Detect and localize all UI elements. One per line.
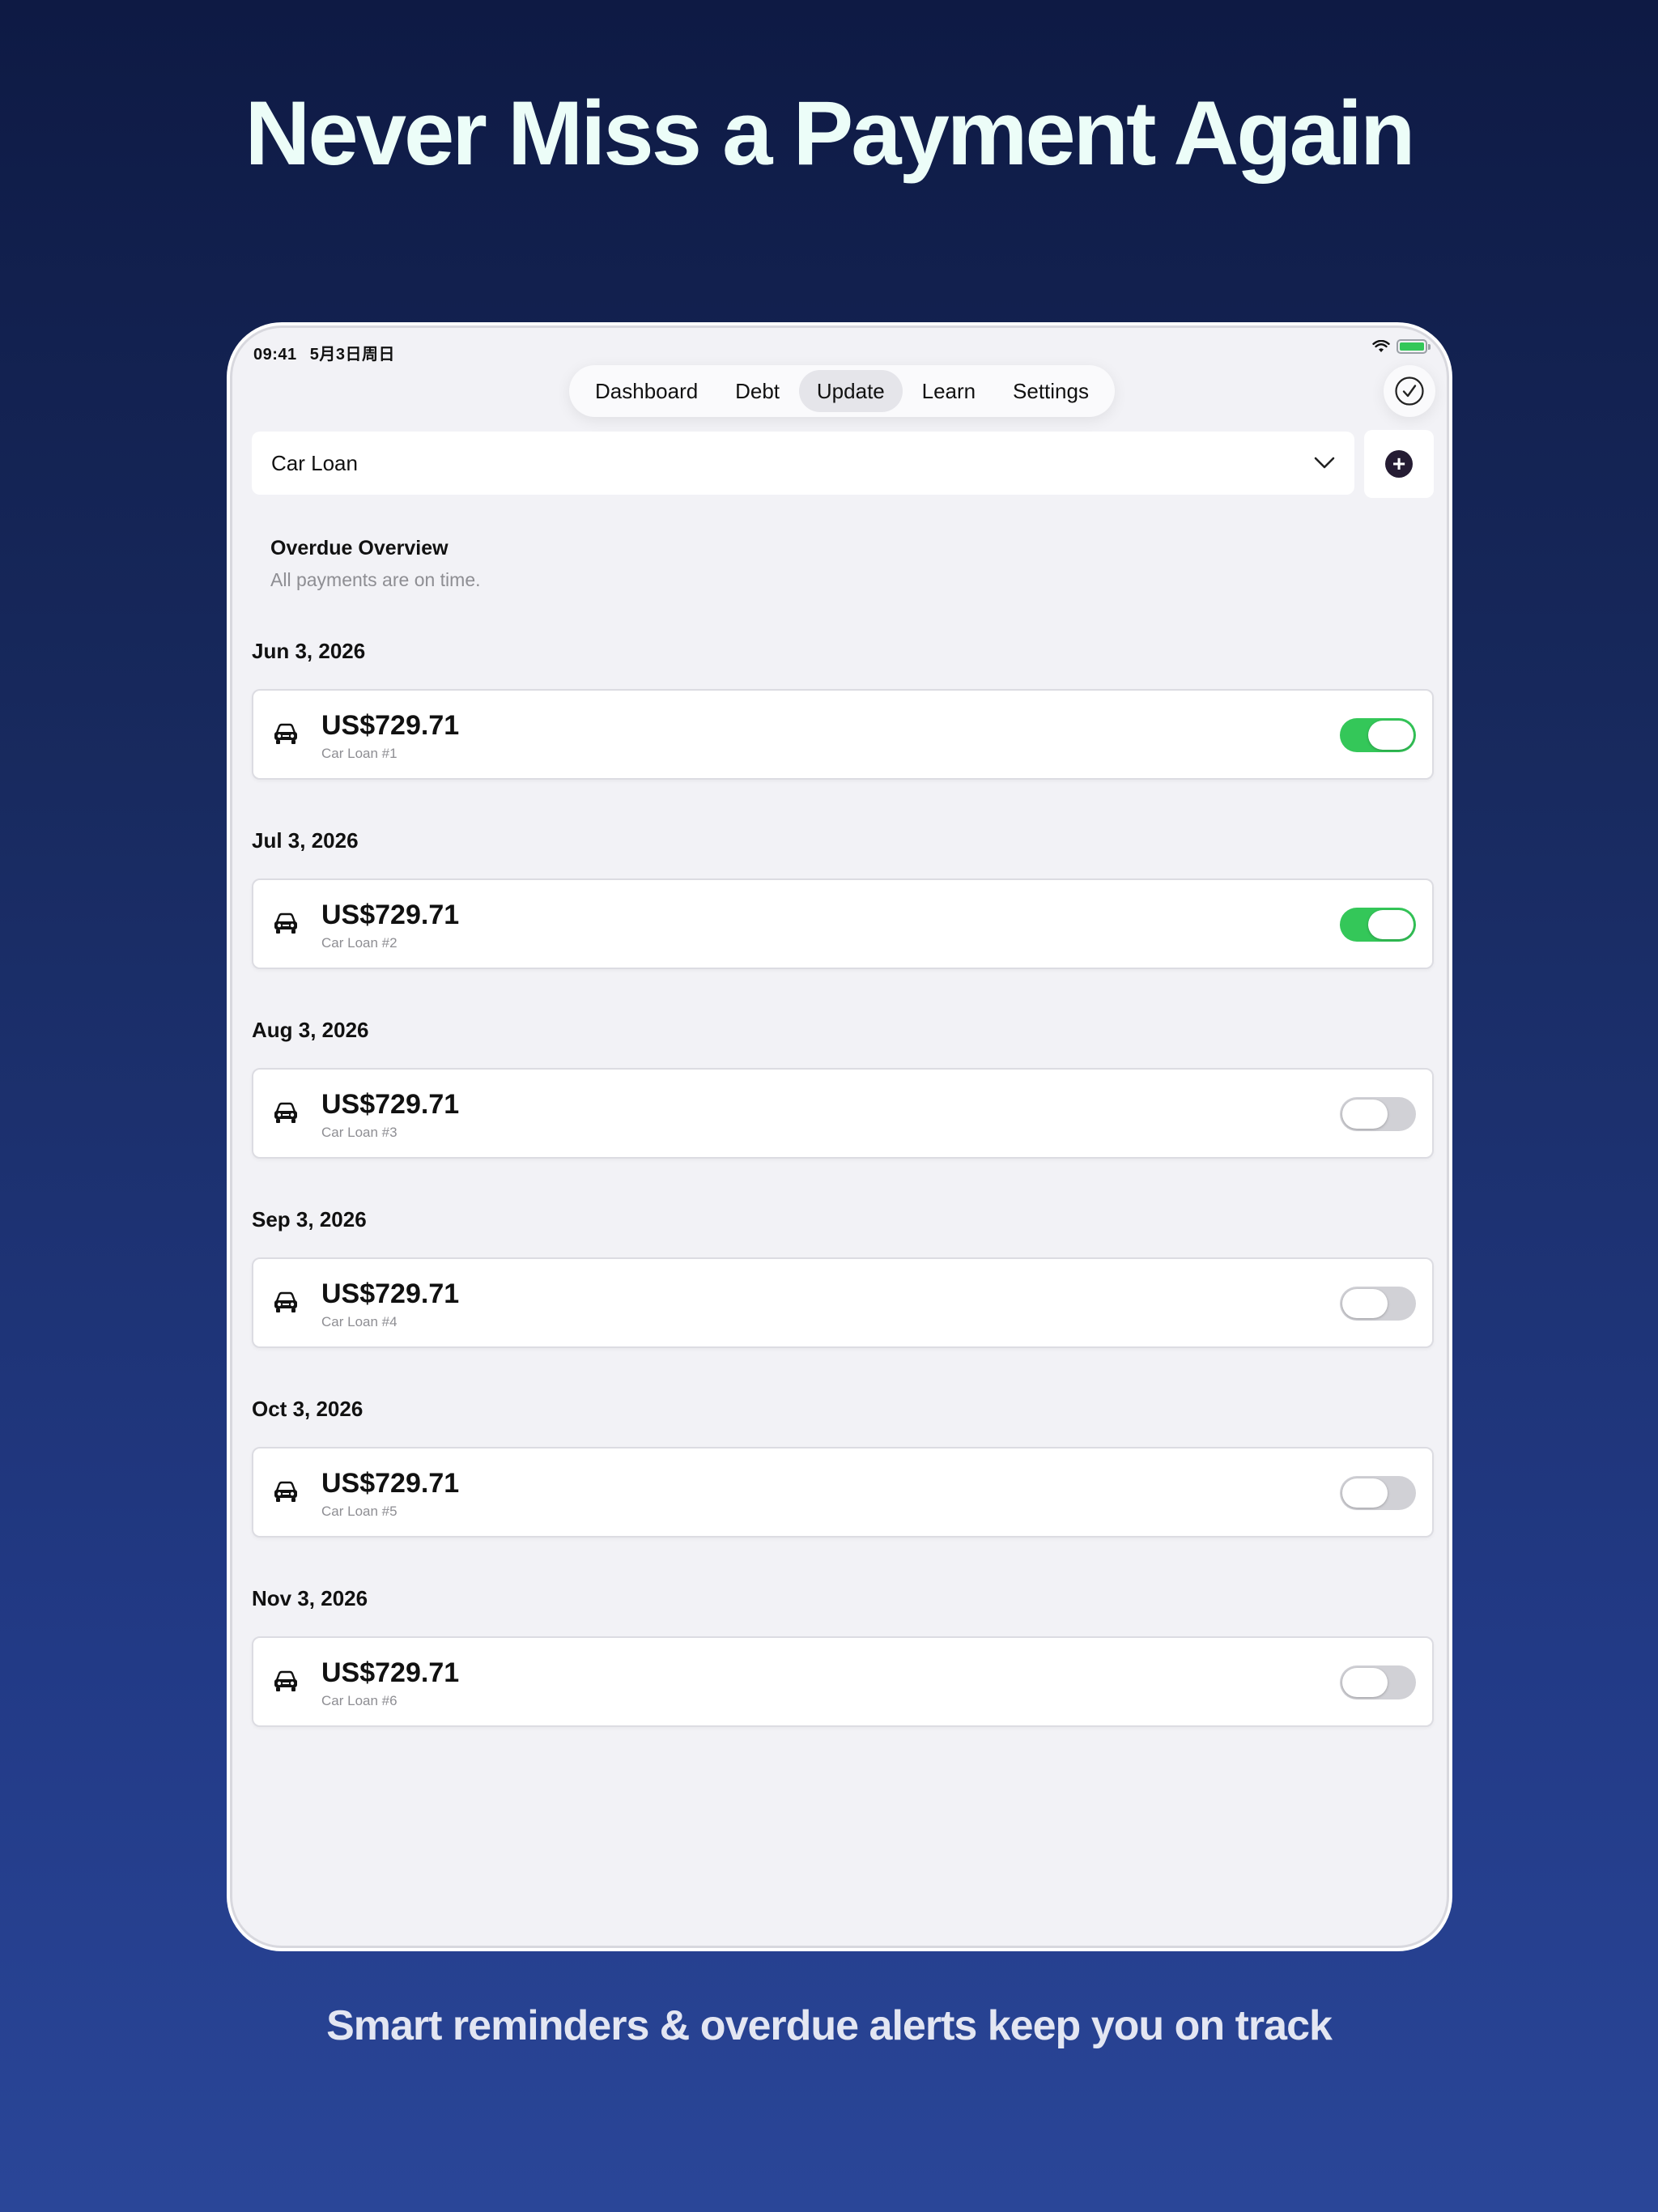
app-screen: 09:41 5月3日周日 Dashboard Debt Update Learn… bbox=[230, 325, 1449, 1948]
overdue-overview-title: Overdue Overview bbox=[270, 537, 449, 559]
payment-card: US$729.71 Car Loan #5 bbox=[252, 1447, 1434, 1538]
subheadline: Smart reminders & overdue alerts keep yo… bbox=[326, 2002, 1333, 2049]
payment-loan-name: Car Loan #3 bbox=[321, 1125, 397, 1140]
payment-loan-name: Car Loan #2 bbox=[321, 935, 397, 951]
tab-bar: Dashboard Debt Update Learn Settings bbox=[569, 365, 1115, 417]
car-icon bbox=[274, 1102, 297, 1123]
paid-toggle-2[interactable] bbox=[1340, 908, 1416, 942]
tab-dashboard[interactable]: Dashboard bbox=[577, 370, 716, 412]
loan-selector[interactable]: Car Loan bbox=[252, 432, 1354, 495]
tablet-frame: 09:41 5月3日周日 Dashboard Debt Update Learn… bbox=[227, 322, 1452, 1951]
payment-card: US$729.71 Car Loan #1 bbox=[252, 689, 1434, 780]
paid-toggle-3[interactable] bbox=[1340, 1097, 1416, 1131]
payment-card: US$729.71 Car Loan #3 bbox=[252, 1068, 1434, 1159]
tab-debt[interactable]: Debt bbox=[717, 370, 797, 412]
payment-amount: US$729.71 bbox=[321, 710, 460, 741]
tab-learn[interactable]: Learn bbox=[904, 370, 994, 412]
paid-toggle-5[interactable] bbox=[1340, 1476, 1416, 1510]
checkmark-circle-icon bbox=[1395, 376, 1424, 406]
payment-card: US$729.71 Car Loan #4 bbox=[252, 1257, 1434, 1348]
overdue-overview-subtitle: All payments are on time. bbox=[270, 569, 481, 590]
paid-toggle-1[interactable] bbox=[1340, 718, 1416, 752]
chevron-down-icon bbox=[1314, 457, 1335, 469]
payment-date: Sep 3, 2026 bbox=[252, 1207, 367, 1231]
payment-date: Aug 3, 2026 bbox=[252, 1018, 369, 1042]
done-button[interactable] bbox=[1384, 365, 1435, 417]
status-date: 5月3日周日 bbox=[309, 346, 395, 364]
car-icon bbox=[274, 1670, 297, 1691]
plus-circle-icon: + bbox=[1385, 450, 1413, 478]
payment-amount: US$729.71 bbox=[321, 1468, 460, 1499]
car-icon bbox=[274, 1291, 297, 1312]
tab-update[interactable]: Update bbox=[798, 370, 903, 412]
payment-date: Oct 3, 2026 bbox=[252, 1397, 363, 1421]
payment-loan-name: Car Loan #5 bbox=[321, 1504, 397, 1519]
status-bar-icons bbox=[1372, 339, 1431, 354]
payment-amount: US$729.71 bbox=[321, 1657, 460, 1688]
car-icon bbox=[274, 723, 297, 744]
headline: Never Miss a Payment Again bbox=[244, 83, 1416, 184]
payment-loan-name: Car Loan #4 bbox=[321, 1314, 397, 1329]
loan-selector-value: Car Loan bbox=[271, 450, 358, 475]
payment-date: Jul 3, 2026 bbox=[252, 828, 359, 853]
payment-date: Jun 3, 2026 bbox=[252, 639, 366, 663]
car-icon bbox=[274, 912, 297, 934]
car-icon bbox=[274, 1481, 297, 1502]
payment-loan-name: Car Loan #1 bbox=[321, 746, 397, 761]
payment-amount: US$729.71 bbox=[321, 1278, 460, 1309]
payment-card: US$729.71 Car Loan #2 bbox=[252, 878, 1434, 969]
payment-card: US$729.71 Car Loan #6 bbox=[252, 1636, 1434, 1727]
paid-toggle-4[interactable] bbox=[1340, 1287, 1416, 1321]
payment-amount: US$729.71 bbox=[321, 900, 460, 930]
payment-amount: US$729.71 bbox=[321, 1089, 460, 1120]
payment-loan-name: Car Loan #6 bbox=[321, 1693, 397, 1708]
status-time: 09:41 bbox=[253, 346, 297, 364]
payment-date: Nov 3, 2026 bbox=[252, 1586, 368, 1610]
battery-icon bbox=[1397, 339, 1431, 354]
wifi-icon bbox=[1372, 340, 1390, 352]
tab-settings[interactable]: Settings bbox=[995, 370, 1107, 412]
paid-toggle-6[interactable] bbox=[1340, 1665, 1416, 1699]
add-loan-button[interactable]: + bbox=[1364, 430, 1434, 498]
status-bar-time: 09:41 5月3日周日 bbox=[253, 341, 395, 364]
